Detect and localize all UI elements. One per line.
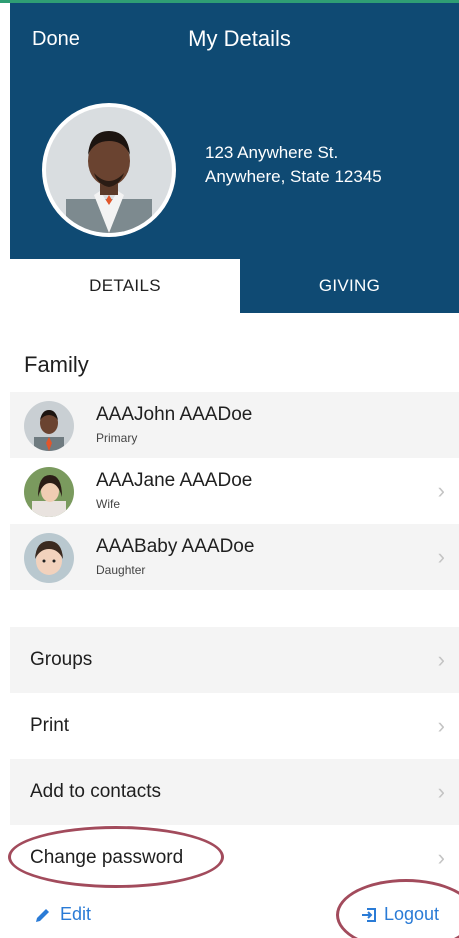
menu-item-label: Change password [30,847,184,868]
tab-bar: DETAILS GIVING [10,259,459,313]
logout-button[interactable]: Logout [360,904,439,925]
logout-label: Logout [384,904,440,924]
chevron-right-icon: › [437,647,445,672]
member-avatar [24,401,74,451]
member-avatar [24,533,74,583]
member-name: AAAJohn AAADoe [96,404,253,425]
edit-button[interactable]: Edit [34,904,91,925]
profile-header: Done My Details 123 Anywhere St. Anywher… [10,3,459,259]
family-member-row[interactable]: AAAJane AAADoe Wife › [10,458,459,524]
menu-item-add-to-contacts[interactable]: Add to contacts › [10,759,459,825]
family-member-row[interactable]: AAAJohn AAADoe Primary [10,392,459,458]
chevron-right-icon: › [437,544,445,569]
family-member-row[interactable]: AAABaby AAADoe Daughter › [10,524,459,590]
edit-label: Edit [60,904,92,924]
menu-item-groups[interactable]: Groups › [10,627,459,693]
family-section-title: Family [24,352,89,377]
chevron-right-icon: › [437,713,445,738]
member-avatar [24,467,74,517]
page-title: My Details [188,26,291,51]
tab-giving[interactable]: GIVING [240,259,459,313]
menu-item-label: Add to contacts [30,781,161,802]
chevron-right-icon: › [437,478,445,503]
address-block: 123 Anywhere St. Anywhere, State 12345 [205,141,382,189]
address-line-2: Anywhere, State 12345 [205,167,382,186]
chevron-right-icon: › [437,779,445,804]
address-line-1: 123 Anywhere St. [205,143,339,162]
menu-item-change-password[interactable]: Change password › [10,825,459,891]
member-name: AAABaby AAADoe [96,536,255,557]
chevron-right-icon: › [437,845,445,870]
tab-details[interactable]: DETAILS [10,259,240,313]
member-role: Primary [96,431,138,445]
footer-bar: Edit Logout [10,890,459,938]
logout-icon [362,907,376,922]
menu-item-print[interactable]: Print › [10,693,459,759]
menu-item-label: Groups [30,649,93,670]
member-role: Wife [96,497,120,511]
member-name: AAAJane AAADoe [96,470,253,491]
profile-photo [46,107,172,233]
profile-avatar [42,103,176,237]
pencil-icon [36,908,49,922]
menu-item-label: Print [30,715,70,736]
member-role: Daughter [96,563,146,577]
